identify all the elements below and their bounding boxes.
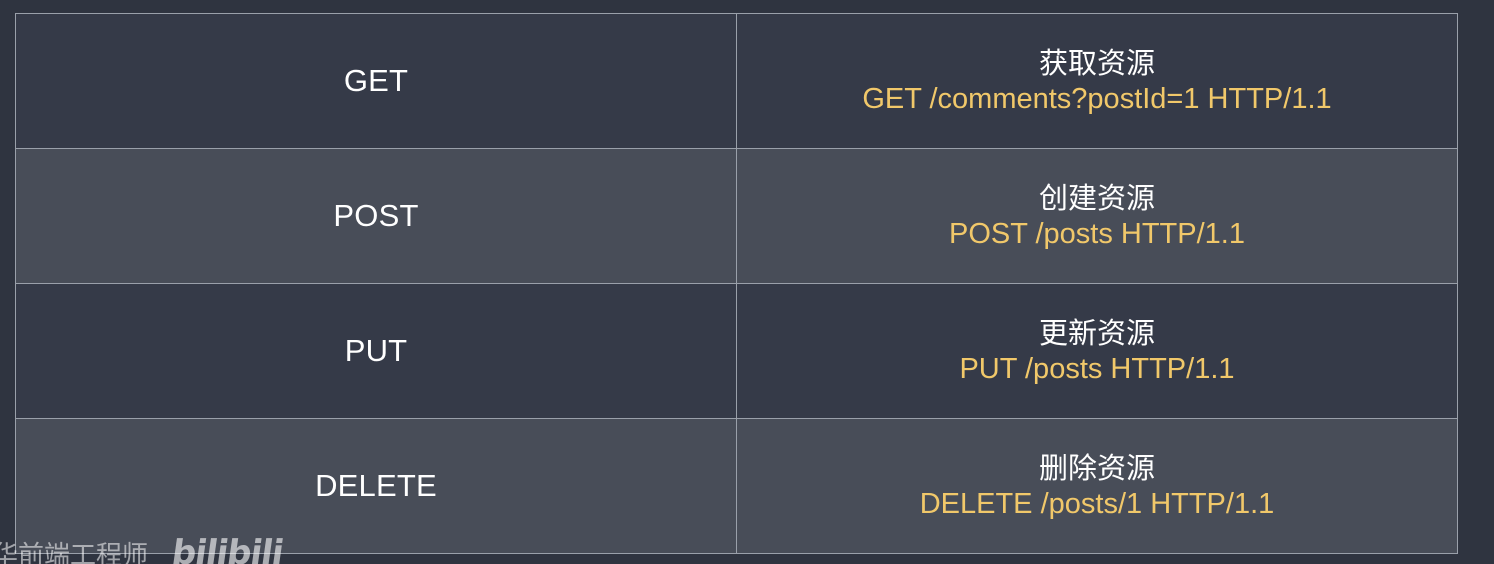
- table-row: POST 创建资源 POST /posts HTTP/1.1: [15, 148, 1458, 284]
- method-cell: GET: [15, 13, 737, 149]
- method-cell: POST: [15, 148, 737, 284]
- method-name: POST: [333, 198, 419, 233]
- http-methods-table: GET 获取资源 GET /comments?postId=1 HTTP/1.1…: [15, 13, 1458, 554]
- description-cell: 删除资源 DELETE /posts/1 HTTP/1.1: [736, 418, 1458, 554]
- video-watermark: 华前端工程师 bilibili: [0, 533, 286, 564]
- description-cell: 创建资源 POST /posts HTTP/1.1: [736, 148, 1458, 284]
- request-example: DELETE /posts/1 HTTP/1.1: [919, 488, 1275, 520]
- table-row: GET 获取资源 GET /comments?postId=1 HTTP/1.1: [15, 13, 1458, 149]
- method-description: 删除资源: [1038, 451, 1155, 485]
- watermark-text: 华前端工程师: [0, 541, 149, 564]
- request-example: GET /comments?postId=1 HTTP/1.1: [862, 83, 1332, 115]
- method-name: PUT: [344, 333, 408, 368]
- method-cell: PUT: [15, 283, 737, 419]
- description-cell: 获取资源 GET /comments?postId=1 HTTP/1.1: [736, 13, 1458, 149]
- request-example: POST /posts HTTP/1.1: [948, 218, 1245, 250]
- table-row: PUT 更新资源 PUT /posts HTTP/1.1: [15, 283, 1458, 419]
- method-description: 获取资源: [1038, 46, 1155, 80]
- method-description: 创建资源: [1038, 181, 1155, 215]
- bilibili-logo-icon: bilibili: [169, 533, 286, 564]
- method-description: 更新资源: [1038, 316, 1155, 350]
- slide: GET 获取资源 GET /comments?postId=1 HTTP/1.1…: [0, 0, 1494, 564]
- request-example: PUT /posts HTTP/1.1: [959, 353, 1235, 385]
- description-cell: 更新资源 PUT /posts HTTP/1.1: [736, 283, 1458, 419]
- method-name: GET: [343, 63, 409, 98]
- method-name: DELETE: [315, 468, 437, 503]
